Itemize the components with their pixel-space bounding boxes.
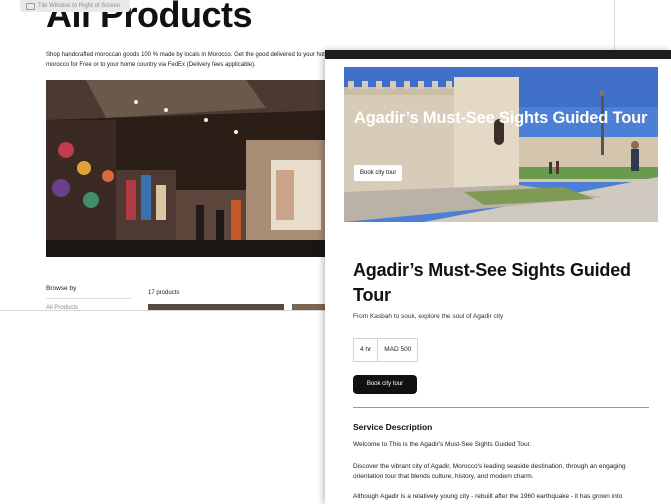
- product-thumbnail[interactable]: [148, 304, 284, 310]
- market-photo-illustration: [46, 80, 336, 257]
- tooltip-text: Tile Window to Right of Screen: [38, 3, 121, 9]
- service-paragraph: Discover the vibrant city of Agadir, Mor…: [353, 463, 626, 480]
- browse-all-products-link[interactable]: All Products: [46, 305, 78, 310]
- store-description: Shop handcrafted moroccan goods 100 % ma…: [46, 52, 336, 68]
- browse-divider: [46, 298, 131, 299]
- hero-title: Agadir’s Must-See Sights Guided Tour: [354, 109, 648, 127]
- tour-window: Agadir’s Must-See Sights Guided Tour Boo…: [325, 50, 671, 504]
- duration-chip: 4 hr: [353, 338, 379, 362]
- hero-banner: Agadir’s Must-See Sights Guided Tour Boo…: [344, 67, 658, 222]
- kasbah-photo: [344, 67, 658, 222]
- tile-window-icon: [26, 3, 35, 10]
- tour-title: Agadir’s Must-See Sights Guided Tour: [353, 260, 631, 305]
- hero-book-city-tour-button[interactable]: Book city tour: [354, 165, 403, 181]
- tour-info-chips: 4 hr MAD 500: [353, 338, 419, 362]
- tile-window-tooltip: Tile Window to Right of Screen: [20, 0, 131, 12]
- service-paragraph: Welcome to This is the Agadir's Must-See…: [353, 441, 532, 448]
- price-chip: MAD 500: [378, 338, 419, 362]
- product-count: 17 products: [148, 290, 180, 296]
- browse-by-label: Browse by: [46, 285, 77, 292]
- section-divider: [353, 407, 649, 408]
- service-description-heading: Service Description: [353, 422, 433, 432]
- window-title-bar[interactable]: [325, 50, 671, 59]
- service-paragraph: Although Agadir is a relatively young ci…: [353, 493, 623, 500]
- tour-subtitle: From Kasbah to souk, explore the soul of…: [353, 313, 504, 320]
- book-city-tour-button[interactable]: Book city tour: [353, 375, 417, 394]
- market-photo: [46, 80, 336, 257]
